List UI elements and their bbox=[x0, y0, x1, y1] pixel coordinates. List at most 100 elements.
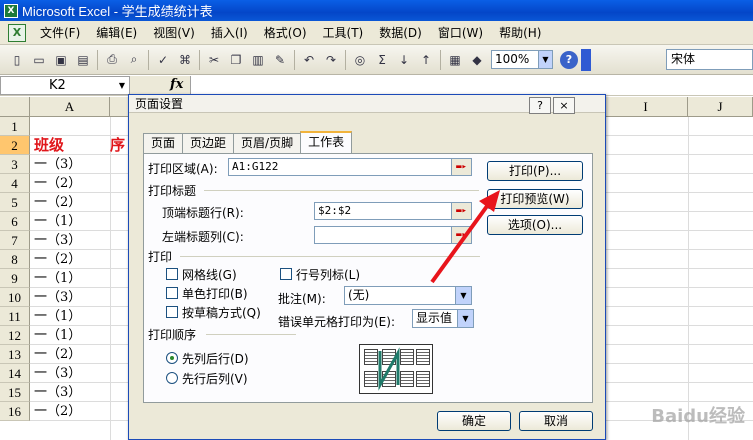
tab-header-footer[interactable]: 页眉/页脚 bbox=[233, 133, 302, 153]
cell-a[interactable]: 一（2） bbox=[34, 193, 81, 212]
draft-checkbox[interactable] bbox=[166, 306, 178, 318]
cell-a2[interactable]: 班级 bbox=[34, 136, 64, 155]
row-header[interactable]: 14 bbox=[0, 364, 30, 383]
permission-icon[interactable]: ▤ bbox=[73, 50, 93, 70]
print-preview-icon[interactable]: ⌕ bbox=[124, 50, 144, 70]
tab-page[interactable]: 页面 bbox=[143, 133, 184, 153]
sort-ascending-icon[interactable]: ↓ bbox=[394, 50, 414, 70]
autosum-icon[interactable]: Σ bbox=[372, 50, 392, 70]
cell-a[interactable]: 一（2） bbox=[34, 250, 81, 269]
ok-button[interactable]: 确定 bbox=[437, 411, 511, 431]
cell-a[interactable]: 一（1） bbox=[34, 307, 81, 326]
redo-icon[interactable]: ↷ bbox=[321, 50, 341, 70]
print-button[interactable]: 打印(P)... bbox=[487, 161, 583, 181]
name-box[interactable]: K2 ▼ bbox=[0, 76, 130, 95]
cell-a[interactable]: 一（3） bbox=[34, 155, 81, 174]
menu-tools[interactable]: 工具(T) bbox=[315, 23, 372, 43]
chevron-down-icon[interactable]: ▼ bbox=[455, 287, 471, 304]
print-icon[interactable]: ⎙ bbox=[102, 50, 122, 70]
menu-edit[interactable]: 编辑(E) bbox=[88, 23, 145, 43]
cancel-button[interactable]: 取消 bbox=[519, 411, 593, 431]
print-preview-button[interactable]: 打印预览(W) bbox=[487, 189, 583, 209]
drawing-icon[interactable]: ◆ bbox=[467, 50, 487, 70]
cell-a[interactable]: 一（2） bbox=[34, 174, 81, 193]
select-all-corner[interactable] bbox=[0, 97, 30, 117]
cut-icon[interactable]: ✂ bbox=[204, 50, 224, 70]
cell-b2[interactable]: 序 bbox=[110, 136, 125, 155]
row-header[interactable]: 5 bbox=[0, 193, 30, 212]
research-icon[interactable]: ⌘ bbox=[175, 50, 195, 70]
row-header[interactable]: 10 bbox=[0, 288, 30, 307]
cell-a[interactable]: 一（3） bbox=[34, 288, 81, 307]
row-header[interactable]: 15 bbox=[0, 383, 30, 402]
menu-view[interactable]: 视图(V) bbox=[145, 23, 203, 43]
row-header[interactable]: 16 bbox=[0, 402, 30, 421]
cell-a[interactable]: 一（3） bbox=[34, 383, 81, 402]
row-header[interactable]: 3 bbox=[0, 155, 30, 174]
row-header[interactable]: 9 bbox=[0, 269, 30, 288]
close-button[interactable]: × bbox=[553, 97, 575, 114]
row-header[interactable]: 12 bbox=[0, 326, 30, 345]
menu-file[interactable]: 文件(F) bbox=[32, 23, 88, 43]
top-rows-input[interactable]: $2:$2 ▬▸ bbox=[314, 202, 472, 220]
gridlines-checkbox[interactable] bbox=[166, 268, 178, 280]
toolbar-options-icon[interactable] bbox=[581, 48, 591, 71]
help-button[interactable]: ? bbox=[529, 97, 551, 114]
row-header[interactable]: 7 bbox=[0, 231, 30, 250]
chevron-down-icon[interactable]: ▼ bbox=[457, 310, 473, 327]
row-header[interactable]: 1 bbox=[0, 117, 30, 136]
row-header[interactable]: 8 bbox=[0, 250, 30, 269]
cell-a[interactable]: 一（2） bbox=[34, 345, 81, 364]
format-painter-icon[interactable]: ✎ bbox=[270, 50, 290, 70]
cell-a[interactable]: 一（1） bbox=[34, 269, 81, 288]
column-header-a[interactable]: A bbox=[30, 97, 110, 117]
column-header-i[interactable]: I bbox=[604, 97, 688, 117]
menu-format[interactable]: 格式(O) bbox=[256, 23, 315, 43]
collapse-dialog-icon[interactable]: ▬▸ bbox=[451, 159, 471, 175]
left-cols-input[interactable]: ▬▸ bbox=[314, 226, 472, 244]
tab-margins[interactable]: 页边距 bbox=[182, 133, 235, 153]
down-then-over-radio[interactable] bbox=[166, 352, 178, 364]
hyperlink-icon[interactable]: ◎ bbox=[350, 50, 370, 70]
menu-help[interactable]: 帮助(H) bbox=[491, 23, 549, 43]
row-header[interactable]: 6 bbox=[0, 212, 30, 231]
font-select[interactable]: 宋体 bbox=[666, 49, 753, 70]
row-header[interactable]: 4 bbox=[0, 174, 30, 193]
print-area-input[interactable]: A1:G122 ▬▸ bbox=[228, 158, 472, 176]
undo-icon[interactable]: ↶ bbox=[299, 50, 319, 70]
row-header[interactable]: 2 bbox=[0, 136, 30, 155]
function-icon[interactable]: fx bbox=[170, 77, 183, 92]
paste-icon[interactable]: ▥ bbox=[248, 50, 268, 70]
cell-a[interactable]: 一（2） bbox=[34, 402, 81, 421]
copy-icon[interactable]: ❐ bbox=[226, 50, 246, 70]
menu-window[interactable]: 窗口(W) bbox=[430, 23, 491, 43]
chart-wizard-icon[interactable]: ▦ bbox=[445, 50, 465, 70]
collapse-dialog-icon[interactable]: ▬▸ bbox=[451, 227, 471, 243]
collapse-dialog-icon[interactable]: ▬▸ bbox=[451, 203, 471, 219]
cell-a[interactable]: 一（3） bbox=[34, 231, 81, 250]
comments-select[interactable]: (无) ▼ bbox=[344, 286, 472, 305]
spelling-icon[interactable]: ✓ bbox=[153, 50, 173, 70]
menu-insert[interactable]: 插入(I) bbox=[203, 23, 256, 43]
chevron-down-icon[interactable]: ▼ bbox=[538, 51, 552, 68]
options-button[interactable]: 选项(O)... bbox=[487, 215, 583, 235]
column-header-j[interactable]: J bbox=[688, 97, 753, 117]
formula-input[interactable] bbox=[190, 76, 753, 95]
row-header[interactable]: 13 bbox=[0, 345, 30, 364]
sort-descending-icon[interactable]: ↑ bbox=[416, 50, 436, 70]
cell-a[interactable]: 一（1） bbox=[34, 326, 81, 345]
row-col-headings-checkbox[interactable] bbox=[280, 268, 292, 280]
open-icon[interactable]: ▭ bbox=[29, 50, 49, 70]
mono-checkbox[interactable] bbox=[166, 287, 178, 299]
over-then-down-radio[interactable] bbox=[166, 372, 178, 384]
workbook-icon[interactable]: X bbox=[8, 23, 26, 42]
tab-sheet[interactable]: 工作表 bbox=[300, 131, 353, 153]
row-header[interactable]: 11 bbox=[0, 307, 30, 326]
zoom-select[interactable]: 100% ▼ bbox=[491, 50, 553, 69]
save-icon[interactable]: ▣ bbox=[51, 50, 71, 70]
cell-errors-select[interactable]: 显示值 ▼ bbox=[412, 309, 474, 328]
chevron-down-icon[interactable]: ▼ bbox=[119, 77, 125, 94]
help-icon[interactable]: ? bbox=[560, 50, 578, 69]
menu-data[interactable]: 数据(D) bbox=[371, 23, 430, 43]
cell-a[interactable]: 一（3） bbox=[34, 364, 81, 383]
